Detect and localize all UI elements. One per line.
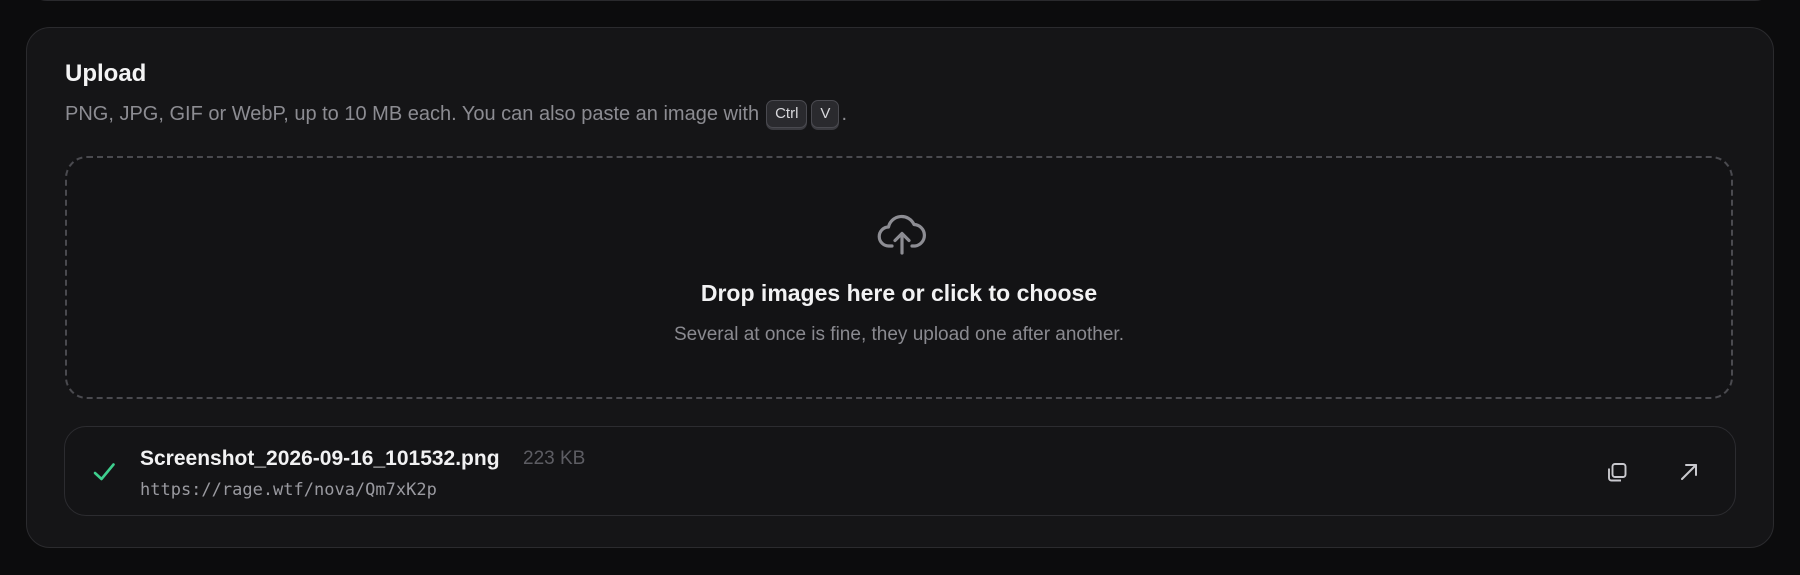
kbd-ctrl: Ctrl: [766, 100, 808, 128]
uploaded-file-row: Screenshot_2026-09-16_101532.png 223 KB …: [64, 426, 1736, 516]
upload-title: Upload: [65, 60, 147, 87]
cloud-upload-icon: [877, 212, 927, 256]
upload-card: Upload PNG, JPG, GIF or WebP, up to 10 M…: [26, 27, 1774, 548]
kbd-v: V: [811, 100, 840, 128]
previous-card-edge: [26, 0, 1776, 1]
file-url[interactable]: https://rage.wtf/nova/Qm7xK2p: [140, 480, 437, 500]
image-dropzone[interactable]: Drop images here or click to choose Seve…: [65, 156, 1733, 399]
dropzone-subtitle: Several at once is fine, they upload one…: [674, 324, 1124, 345]
file-name: Screenshot_2026-09-16_101532.png: [140, 447, 500, 470]
copy-link-button[interactable]: [1595, 450, 1639, 494]
dropzone-title: Drop images here or click to choose: [700, 280, 1098, 306]
upload-description-text: PNG, JPG, GIF or WebP, up to 10 MB each.…: [65, 102, 760, 125]
file-size: 223 KB: [523, 448, 586, 469]
upload-description-end: .: [841, 102, 847, 125]
open-external-icon: [1677, 460, 1701, 484]
open-link-button[interactable]: [1667, 450, 1711, 494]
copy-icon: [1605, 460, 1629, 484]
upload-description: PNG, JPG, GIF or WebP, up to 10 MB each.…: [65, 100, 847, 128]
check-icon: [91, 459, 117, 485]
